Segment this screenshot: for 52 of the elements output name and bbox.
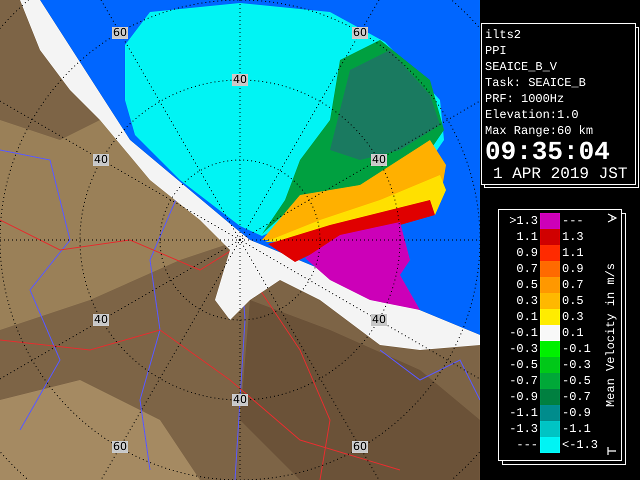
legend-value: --- (515, 438, 538, 452)
legend-value: -0.1 (508, 326, 538, 340)
range-label: 40 (93, 154, 109, 166)
legend-value: -0.7 (562, 390, 592, 404)
legend-value: -0.9 (508, 390, 538, 404)
legend-value: -0.3 (508, 342, 538, 356)
legend-title: Mean Velocity in m/s (604, 262, 618, 407)
range-label: 60 (352, 441, 368, 453)
range-label: 40 (93, 314, 109, 326)
range-label: 60 (112, 441, 128, 453)
legend-value: -0.1 (562, 342, 592, 356)
legend-value: 1.3 (562, 230, 585, 244)
legend-value: -0.5 (508, 358, 538, 372)
range-label: 60 (352, 27, 368, 39)
time-text: 09:35:04 (485, 139, 611, 165)
range-label: 40 (232, 74, 248, 86)
info-line: ilts2 (485, 27, 522, 43)
legend-value: -0.7 (508, 374, 538, 388)
legend-value: >1.3 (508, 214, 538, 228)
arrow-tail-icon (606, 446, 616, 456)
legend-value: --- (562, 214, 585, 228)
legend-value: -0.5 (562, 374, 592, 388)
legend-value: 0.7 (515, 262, 538, 276)
info-line: Max Range:60 km (485, 123, 594, 139)
legend-value: -1.1 (508, 406, 538, 420)
range-label: 60 (112, 27, 128, 39)
legend-value: <-1.3 (562, 438, 600, 452)
range-label: 40 (371, 314, 387, 326)
info-line: SEAICE_B_V (485, 59, 558, 75)
info-line: Task: SEAICE_B (485, 75, 587, 91)
range-label: 40 (371, 154, 387, 166)
legend-value: 1.1 (515, 230, 538, 244)
legend-value: 0.9 (562, 262, 585, 276)
legend-value: -0.9 (562, 406, 592, 420)
legend-value: 0.9 (515, 246, 538, 260)
arrow-head-icon (606, 213, 616, 223)
legend-value: -1.1 (562, 422, 592, 436)
legend-value: -0.3 (562, 358, 592, 372)
legend-value: 0.1 (562, 326, 585, 340)
legend-value: 0.5 (515, 278, 538, 292)
legend-value: 0.5 (562, 294, 585, 308)
legend-value: 1.1 (562, 246, 585, 260)
legend-value: 0.3 (562, 310, 585, 324)
legend-value: 0.7 (562, 278, 585, 292)
legend-value: 0.1 (515, 310, 538, 324)
info-line: Elevation:1.0 (485, 107, 580, 123)
legend-value: 0.3 (515, 294, 538, 308)
date-text: 1 APR 2019 JST (492, 165, 628, 183)
range-label: 40 (232, 394, 248, 406)
info-line: PPI (485, 43, 508, 59)
info-line: PRF: 1000Hz (485, 91, 566, 107)
legend-value: -1.3 (508, 422, 538, 436)
